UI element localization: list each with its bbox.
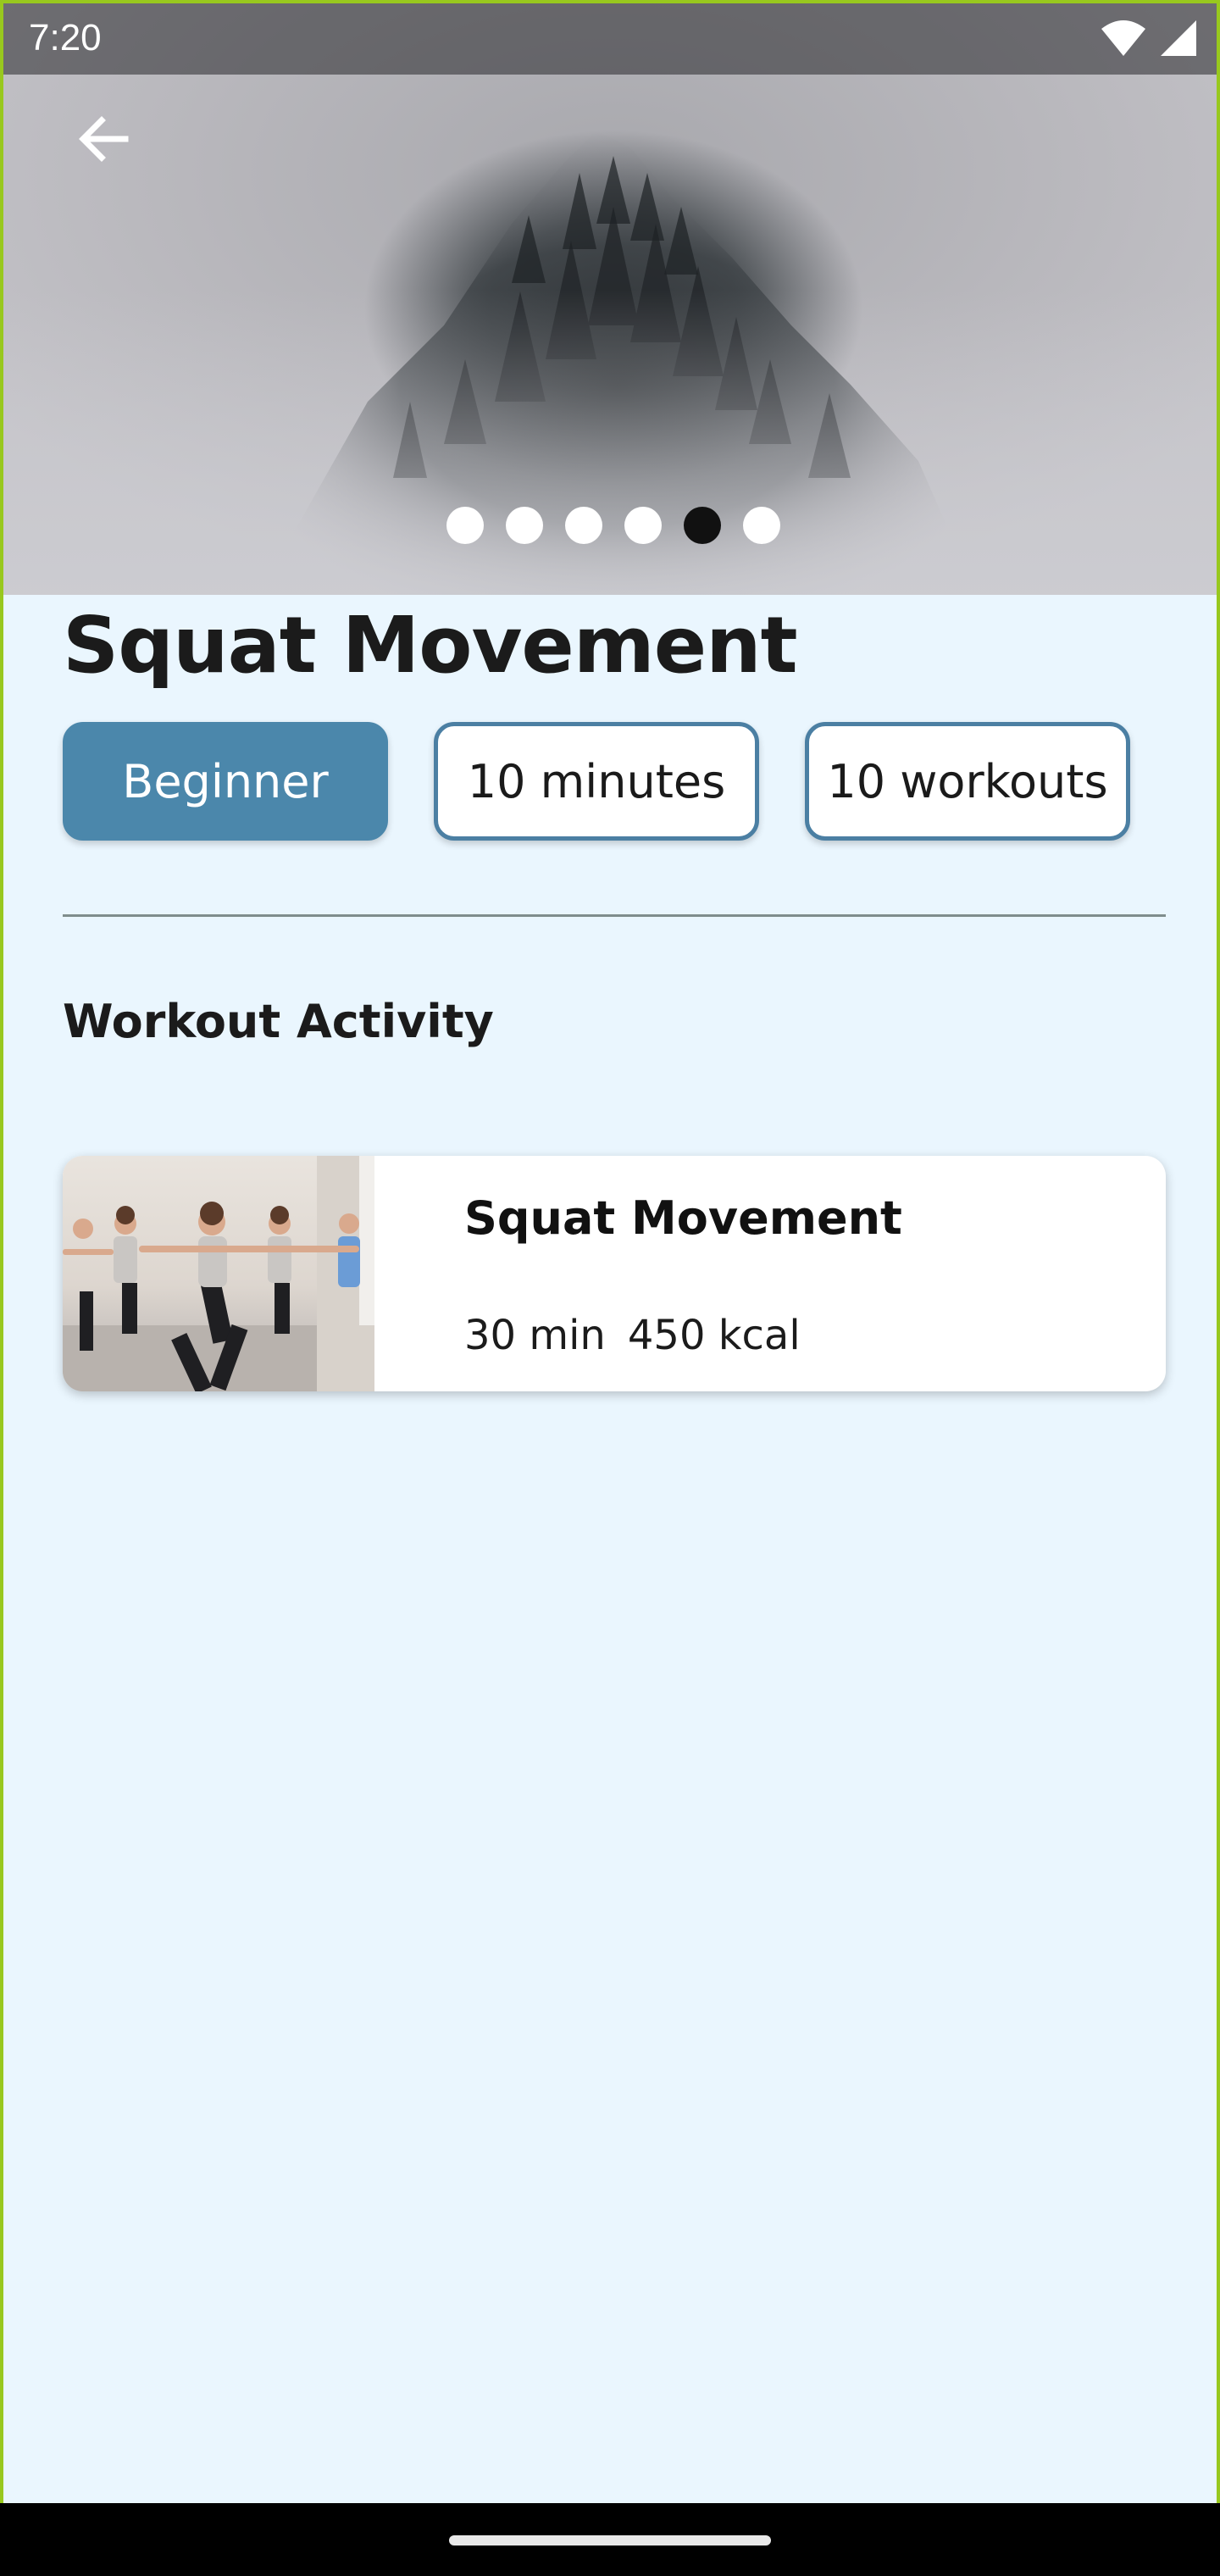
page-title: Squat Movement	[63, 600, 798, 691]
wifi-icon	[1101, 20, 1145, 56]
workouts-count-chip[interactable]: 10 workouts	[805, 722, 1130, 841]
chip-label: 10 workouts	[827, 754, 1108, 808]
activity-thumbnail	[63, 1156, 374, 1391]
chip-label: Beginner	[122, 754, 329, 808]
activity-duration: 30 min	[464, 1312, 606, 1359]
home-gesture-handle[interactable]	[449, 2535, 771, 2545]
carousel-dot[interactable]	[684, 507, 721, 544]
carousel-dot[interactable]	[446, 507, 484, 544]
activity-calories: 450 kcal	[627, 1312, 801, 1359]
activity-title: Squat Movement	[464, 1191, 902, 1245]
system-navigation-bar	[0, 2503, 1220, 2576]
signal-icon	[1161, 20, 1196, 56]
hero-image-carousel[interactable]: 7:20	[3, 3, 1217, 595]
arrow-left-icon	[79, 116, 129, 162]
duration-chip[interactable]: 10 minutes	[434, 722, 759, 841]
yoga-class-image	[63, 1156, 374, 1391]
carousel-indicator	[3, 507, 1217, 546]
status-icons	[1100, 19, 1198, 58]
carousel-dot[interactable]	[565, 507, 602, 544]
chip-label: 10 minutes	[467, 754, 726, 808]
app-screen: 7:20 Squat Movement Beginner 10 minutes …	[0, 0, 1220, 2576]
section-title: Workout Activity	[63, 995, 494, 1048]
activity-meta: 30 min 450 kcal	[464, 1312, 801, 1359]
level-chip[interactable]: Beginner	[63, 722, 388, 841]
status-bar: 7:20	[3, 3, 1217, 75]
carousel-dot[interactable]	[624, 507, 662, 544]
divider	[63, 914, 1166, 917]
carousel-dot[interactable]	[743, 507, 780, 544]
carousel-dot[interactable]	[506, 507, 543, 544]
fog-overlay	[3, 290, 1217, 595]
status-time: 7:20	[29, 17, 102, 58]
activity-card[interactable]: Squat Movement 30 min 450 kcal	[63, 1156, 1166, 1391]
back-button[interactable]	[68, 103, 139, 175]
